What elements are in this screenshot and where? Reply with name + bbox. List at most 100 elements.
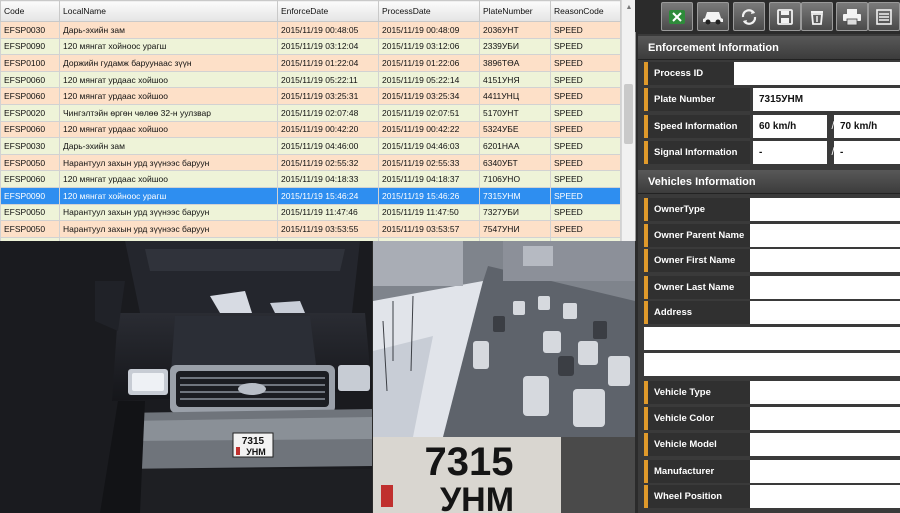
owner-parent-name-field[interactable] xyxy=(750,224,900,247)
save-icon xyxy=(777,8,793,25)
vehicle-model-row: Vehicle Model xyxy=(644,433,900,456)
table-cell-process: 2015/11/19 04:18:37 xyxy=(378,170,480,188)
table-cell-reason: SPEED xyxy=(550,153,621,172)
column-header-enforcedate[interactable]: EnforceDate xyxy=(277,0,379,22)
table-cell-code: EFSP0050 xyxy=(0,220,60,238)
refresh-icon xyxy=(741,8,757,25)
delete-button[interactable] xyxy=(801,2,833,31)
owner-type-field[interactable] xyxy=(750,198,900,221)
table-cell-plate: 7106УНО xyxy=(479,170,551,188)
plate-number-field[interactable]: 7315УНМ xyxy=(753,88,900,111)
toolbar xyxy=(635,0,900,32)
manufacturer-field[interactable] xyxy=(750,460,900,483)
table-row[interactable]: EFSP0090 120 мянгат хойноос урагш 2015/11/… xyxy=(0,37,621,56)
table-cell-enforce: 2015/11/19 15:46:24 xyxy=(277,186,379,205)
table-row[interactable]: EFSP0060 120 мянгат урдаас хойшоо 2015/11/… xyxy=(0,170,621,188)
table-header-row: Code LocalName EnforceDate ProcessDate P… xyxy=(0,0,621,22)
excel-icon xyxy=(669,9,685,24)
vehicle-color-label: Vehicle Color xyxy=(644,407,750,430)
table-row[interactable]: EFSP0050 Нарантуул захын урд зүүнээс бару… xyxy=(0,220,621,238)
table-cell-reason: SPEED xyxy=(550,170,621,188)
owner-last-name-field[interactable] xyxy=(750,276,900,299)
car-plate-letters: УНМ xyxy=(246,447,266,457)
table-cell-reason: SPEED xyxy=(550,21,621,39)
owner-type-label: OwnerType xyxy=(644,198,750,221)
table-cell-enforce: 2015/11/19 05:22:11 xyxy=(277,70,379,89)
table-cell-plate: 7327УБИ xyxy=(479,203,551,222)
table-cell-reason: SPEED xyxy=(550,103,621,122)
table-cell-enforce: 2015/11/19 04:46:00 xyxy=(277,137,379,155)
table-row-selected[interactable]: EFSP0090 120 мянгат хойноос урагш 2015/11/… xyxy=(0,186,621,205)
table-row[interactable]: EFSP0050 Нарантуул захын урд зүүнээс бару… xyxy=(0,153,621,172)
table-cell-enforce: 2015/11/19 02:55:32 xyxy=(277,153,379,172)
vehicle-color-field[interactable] xyxy=(750,407,900,430)
signal-value-2-field[interactable]: - xyxy=(834,141,900,164)
vehicle-button[interactable] xyxy=(697,2,729,31)
table-row[interactable]: EFSP0100 Доржийн гудамж баруунаас зүүн 201… xyxy=(0,54,621,72)
save-button[interactable] xyxy=(769,2,801,31)
table-row[interactable]: EFSP0060 120 мянгат урдаас хойшоо 2015/11/… xyxy=(0,87,621,105)
speed-measured-field[interactable]: 60 km/h xyxy=(753,115,827,138)
refresh-button[interactable] xyxy=(733,2,765,31)
address-field[interactable] xyxy=(750,301,900,324)
table-cell-process: 2015/11/19 03:12:06 xyxy=(378,37,480,56)
table-row[interactable]: EFSP0060 120 мянгат урдаас хойшоо 2015/11/… xyxy=(0,70,621,89)
scroll-up-icon[interactable]: ▲ xyxy=(622,0,635,14)
speed-info-label: Speed Information xyxy=(644,115,750,138)
owner-first-name-field[interactable] xyxy=(750,249,900,272)
table-cell-plate: 2339УБИ xyxy=(479,37,551,56)
owner-parent-name-row: Owner Parent Name xyxy=(644,224,900,247)
signal-value-1-field[interactable]: - xyxy=(753,141,827,164)
column-header-code[interactable]: Code xyxy=(0,0,60,22)
vehicles-info-header[interactable]: Vehicles Information xyxy=(638,170,900,194)
table-row[interactable]: EFSP0020 Чингэлтэйн өргөн чөлөө 32-н уулз… xyxy=(0,103,621,122)
trash-icon xyxy=(811,10,823,25)
table-cell-plate: 7315УНМ xyxy=(479,186,551,205)
vehicle-type-field[interactable] xyxy=(750,381,900,404)
list-button[interactable] xyxy=(868,2,900,31)
vehicle-model-field[interactable] xyxy=(750,433,900,456)
table-cell-process: 2015/11/19 00:48:09 xyxy=(378,21,480,39)
enforcement-info-header[interactable]: Enforcement Information xyxy=(638,36,900,60)
column-header-platenumber[interactable]: PlateNumber xyxy=(479,0,551,22)
table-cell-code: EFSP0100 xyxy=(0,54,60,72)
table-scrollbar[interactable]: ▲ xyxy=(621,0,635,241)
table-cell-plate: 6340УБТ xyxy=(479,153,551,172)
manufacturer-row: Manufacturer xyxy=(644,460,900,483)
list-icon xyxy=(876,8,892,25)
table-cell-enforce: 2015/11/19 04:18:33 xyxy=(277,170,379,188)
scrollbar-thumb[interactable] xyxy=(624,84,633,144)
table-cell-reason: SPEED xyxy=(550,137,621,155)
table-row[interactable]: EFSP0050 Нарантуул захын урд зүүнээс бару… xyxy=(0,203,621,222)
owner-first-name-label: Owner First Name xyxy=(644,249,750,272)
table-cell-plate: 4411УНЦ xyxy=(479,87,551,105)
vehicle-color-row: Vehicle Color xyxy=(644,407,900,430)
address-line-2-field[interactable] xyxy=(644,327,900,350)
table-cell-process: 2015/11/19 03:25:34 xyxy=(378,87,480,105)
process-id-field[interactable] xyxy=(734,62,900,85)
column-header-reasoncode[interactable]: ReasonCode xyxy=(550,0,621,22)
address-label: Address xyxy=(644,301,750,324)
export-excel-button[interactable] xyxy=(661,2,693,31)
table-row[interactable]: EFSP0030 Дарь-эхийн зам 2015/11/19 00:48:0… xyxy=(0,21,621,39)
table-cell-enforce: 2015/11/19 01:22:04 xyxy=(277,54,379,72)
owner-parent-name-label: Owner Parent Name xyxy=(644,224,750,247)
signal-info-label: Signal Information xyxy=(644,141,750,164)
table-cell-code: EFSP0090 xyxy=(0,186,60,205)
column-header-processdate[interactable]: ProcessDate xyxy=(378,0,480,22)
table-cell-plate: 5324УБЕ xyxy=(479,120,551,139)
print-button[interactable] xyxy=(836,2,868,31)
column-header-localname[interactable]: LocalName xyxy=(59,0,278,22)
table-cell-process: 2015/11/19 15:46:26 xyxy=(378,186,480,205)
traffic-camera-photo xyxy=(373,241,635,437)
table-row[interactable]: EFSP0030 Дарь-эхийн зам 2015/11/19 04:46:0… xyxy=(0,137,621,155)
table-cell-process: 2015/11/19 05:22:14 xyxy=(378,70,480,89)
speed-limit-field[interactable]: 70 km/h xyxy=(834,115,900,138)
table-row[interactable]: EFSP0060 120 мянгат урдаас хойшоо 2015/11/… xyxy=(0,120,621,139)
wheel-position-row: Wheel Position xyxy=(644,485,900,508)
wheel-position-field[interactable] xyxy=(750,485,900,508)
enforcement-table[interactable]: Code LocalName EnforceDate ProcessDate P… xyxy=(0,0,636,241)
table-cell-reason: SPEED xyxy=(550,220,621,238)
address-line-3-field[interactable] xyxy=(644,353,900,376)
table-cell-process: 2015/11/19 02:07:51 xyxy=(378,103,480,122)
